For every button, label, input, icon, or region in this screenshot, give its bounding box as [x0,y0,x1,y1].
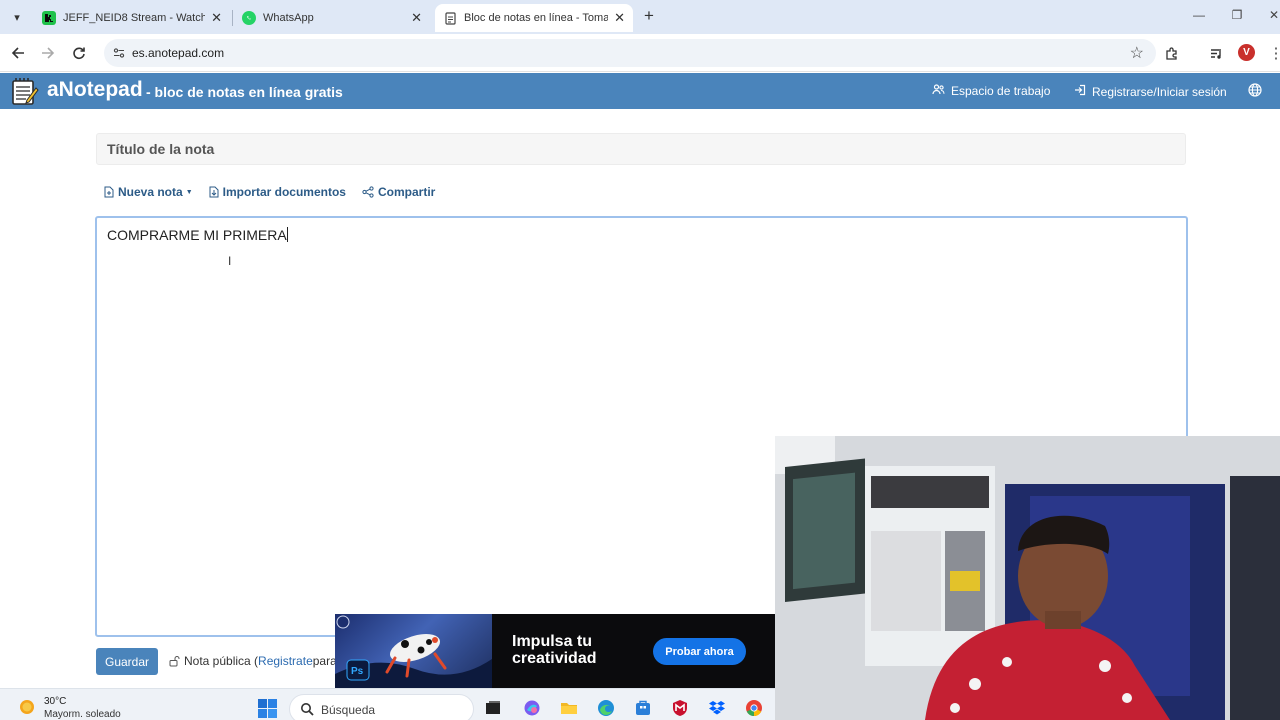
register-link[interactable]: Registrate [258,654,313,668]
sun-weather-icon[interactable] [18,698,36,716]
address-bar[interactable]: es.anotepad.com ☆ [104,39,1156,67]
site-header: aNotepad - bloc de notas en línea gratis… [0,73,1280,109]
tab-title: Bloc de notas en línea - Toma y [464,12,609,24]
tab-title: WhatsApp [263,12,314,24]
url-text: es.anotepad.com [132,46,225,60]
note-content[interactable]: COMPRARME MI PRIMERA [107,227,288,243]
copilot-icon[interactable] [523,699,541,717]
whatsapp-icon [242,11,256,25]
taskbar-search-label: Búsqueda [321,703,376,717]
sign-in-icon [1074,84,1086,99]
site-settings-icon[interactable] [110,44,128,62]
ad-artwork: Ps [335,614,492,688]
public-note-prefix: Nota pública ( [184,654,259,668]
site-tagline: - bloc de notas en línea gratis [146,84,343,100]
workspace-link-label: Espacio de trabajo [951,84,1051,98]
webcam-overlay [775,436,1280,720]
import-file-icon [209,186,219,198]
globe-icon[interactable] [1247,82,1263,98]
file-explorer-icon[interactable] [560,699,578,717]
search-icon [301,703,314,716]
adobe-ad-banner[interactable]: Ps Impulsa tu creatividad Probar ahora [335,614,775,688]
tab-search-button[interactable]: ▾ [6,6,28,28]
public-note-suffix: para [312,654,337,668]
more-menu-icon[interactable]: ⋮ [1266,43,1280,63]
dropbox-icon[interactable] [708,699,726,717]
temperature: 30°C [44,696,67,707]
public-note-notice: Nota pública (Registrate para [169,654,337,668]
new-document-icon [104,186,114,198]
new-note-label: Nueva nota [118,185,183,199]
chrome-icon[interactable] [745,699,763,717]
forward-arrow-icon[interactable] [38,43,58,63]
tab-anotepad[interactable]: Bloc de notas en línea - Toma y ✕ [435,4,633,32]
login-link[interactable]: Registrarse/Iniciar sesión [1074,84,1227,99]
unlock-icon [169,656,180,667]
kick-icon [42,11,56,25]
windows-taskbar: 30°C Mayorm. soleado Búsqueda [0,688,775,720]
ibeam-cursor-icon: I [228,254,232,268]
tab-divider [232,10,233,26]
note-title-input[interactable] [96,133,1186,165]
caret-down-icon: ▼ [185,188,193,196]
try-now-button[interactable]: Probar ahora [653,638,746,665]
text-caret [286,227,288,242]
microsoft-store-icon[interactable] [634,699,652,717]
notepad-icon [443,11,457,25]
share-label: Compartir [377,185,436,199]
import-documents-button[interactable]: Importar documentos [209,185,346,199]
minimize-icon[interactable]: — [1191,8,1207,22]
restore-icon[interactable]: ❐ [1229,8,1245,22]
share-icon [362,186,374,198]
import-documents-label: Importar documentos [222,185,346,199]
close-tab-icon[interactable]: ✕ [411,10,422,26]
taskbar-search[interactable]: Búsqueda [289,694,474,720]
browser-tab-strip: ▾ JEFF_NEID8 Stream - Watch Live ✕ Whats… [0,0,1280,34]
mcafee-shield-icon[interactable] [671,699,689,717]
extensions-icon[interactable] [1162,43,1182,63]
site-brand[interactable]: aNotepad [47,78,143,102]
edge-browser-icon[interactable] [597,699,615,717]
tab-whatsapp[interactable]: WhatsApp ✕ [234,4,430,32]
tab-title: JEFF_NEID8 Stream - Watch Live [63,12,206,24]
share-button[interactable]: Compartir [362,185,435,199]
weather-description: Mayorm. soleado [44,709,121,720]
task-view-icon[interactable] [484,699,502,717]
note-content-text: COMPRARME MI PRIMERA [107,227,287,243]
users-icon [932,84,945,98]
anotepad-logo-icon[interactable] [10,76,40,106]
new-tab-icon[interactable]: + [640,7,658,25]
webcam-scene [775,436,1280,720]
workspace-link[interactable]: Espacio de trabajo [932,84,1050,98]
bookmark-star-icon[interactable]: ☆ [1130,43,1144,63]
login-link-label: Registrarse/Iniciar sesión [1092,84,1227,99]
media-control-icon[interactable] [1206,43,1226,63]
new-note-dropdown[interactable]: Nueva nota ▼ [104,185,193,199]
windows-start-icon[interactable] [258,699,277,718]
photoshop-badge: Ps [351,666,364,677]
tab-kick-stream[interactable]: JEFF_NEID8 Stream - Watch Live ✕ [34,4,230,32]
ad-headline: Impulsa tu creatividad [512,633,597,667]
back-arrow-icon[interactable] [8,43,28,63]
save-button[interactable]: Guardar [96,648,158,675]
note-action-bar: Nueva nota ▼ Importar documentos Compart… [104,184,451,200]
close-tab-icon[interactable]: ✕ [614,10,625,26]
close-tab-icon[interactable]: ✕ [211,10,222,26]
close-window-icon[interactable]: ✕ [1266,8,1280,22]
profile-avatar[interactable]: V [1238,44,1255,61]
reload-icon[interactable] [69,43,89,63]
browser-toolbar: es.anotepad.com ☆ V ⋮ [0,34,1280,72]
